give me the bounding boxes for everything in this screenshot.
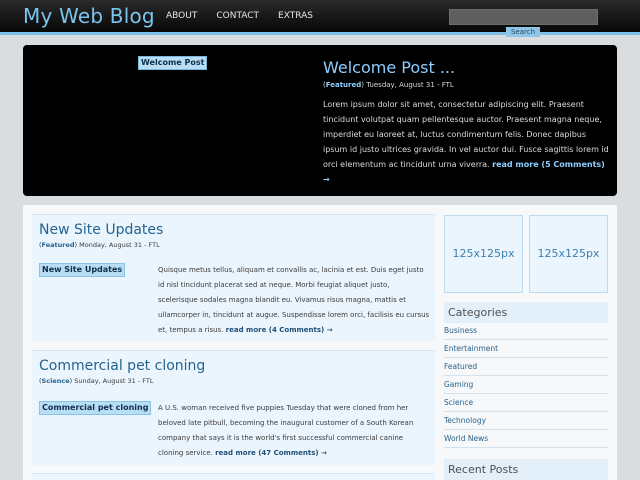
content-area: New Site Updates (Featured) Monday, Augu… [23, 205, 617, 480]
category-link[interactable]: Entertainment [444, 340, 608, 358]
featured-post-text: Lorem ipsum dolor sit amet, consectetur … [323, 100, 609, 169]
post-item: Commercial pet cloning (Science) Sunday,… [32, 350, 435, 465]
top-navigation-bar: My Web Blog ABOUT CONTACT EXTRAS [0, 0, 640, 35]
post-excerpt: Quisque metus tellus, aliquam et convall… [158, 263, 430, 338]
featured-post-category-link[interactable]: Featured [326, 81, 362, 89]
post-tag[interactable]: Commercial pet cloning [39, 401, 152, 415]
post-text: Quisque metus tellus, aliquam et convall… [158, 266, 430, 334]
nav-about[interactable]: ABOUT [166, 11, 197, 21]
post-meta: (Featured) Monday, August 31 - FTL [39, 241, 160, 249]
post-category-link[interactable]: Featured [42, 241, 75, 249]
featured-post-meta: (Featured) Tuesday, August 31 - FTL [323, 81, 454, 89]
post-excerpt: A U.S. woman received five puppies Tuesd… [158, 401, 430, 461]
post-tag[interactable]: New Site Updates [39, 263, 126, 277]
category-link[interactable]: Featured [444, 358, 608, 376]
post-meta: (Science) Sunday, August 31 - FTL [39, 377, 153, 385]
category-link[interactable]: Technology [444, 412, 608, 430]
categories-heading: Categories [444, 302, 608, 323]
category-link[interactable]: Gaming [444, 376, 608, 394]
recent-posts-heading: Recent Posts [444, 459, 608, 480]
ad-banner[interactable]: 125x125px [444, 215, 523, 293]
post-item [32, 473, 435, 480]
site-title[interactable]: My Web Blog [23, 4, 155, 28]
featured-post-date: Tuesday, August 31 - FTL [363, 81, 454, 89]
post-date: Sunday, August 31 - FTL [72, 377, 154, 385]
featured-post-panel: Welcome Post Welcome Post ... (Featured)… [23, 45, 617, 196]
category-link[interactable]: Science [444, 394, 608, 412]
nav-contact[interactable]: CONTACT [216, 11, 259, 21]
featured-post-title[interactable]: Welcome Post ... [323, 58, 455, 77]
ad-banner[interactable]: 125x125px [529, 215, 608, 293]
search-input[interactable] [449, 9, 598, 25]
post-date: Monday, August 31 - FTL [77, 241, 160, 249]
search-button[interactable]: Search [506, 27, 540, 37]
main-nav: ABOUT CONTACT EXTRAS [166, 11, 332, 21]
post-title[interactable]: New Site Updates [39, 222, 163, 238]
read-more-link[interactable]: read more (47 Comments) → [215, 449, 327, 457]
categories-list: Business Entertainment Featured Gaming S… [444, 322, 608, 448]
category-link[interactable]: World News [444, 430, 608, 448]
nav-extras[interactable]: EXTRAS [278, 11, 313, 21]
featured-post-excerpt: Lorem ipsum dolor sit amet, consectetur … [323, 97, 611, 187]
post-category-link[interactable]: Science [42, 377, 70, 385]
post-item: New Site Updates (Featured) Monday, Augu… [32, 214, 435, 341]
featured-post-tag[interactable]: Welcome Post [138, 56, 208, 70]
category-link[interactable]: Business [444, 322, 608, 340]
read-more-link[interactable]: read more (4 Comments) → [226, 326, 333, 334]
post-title[interactable]: Commercial pet cloning [39, 358, 205, 374]
